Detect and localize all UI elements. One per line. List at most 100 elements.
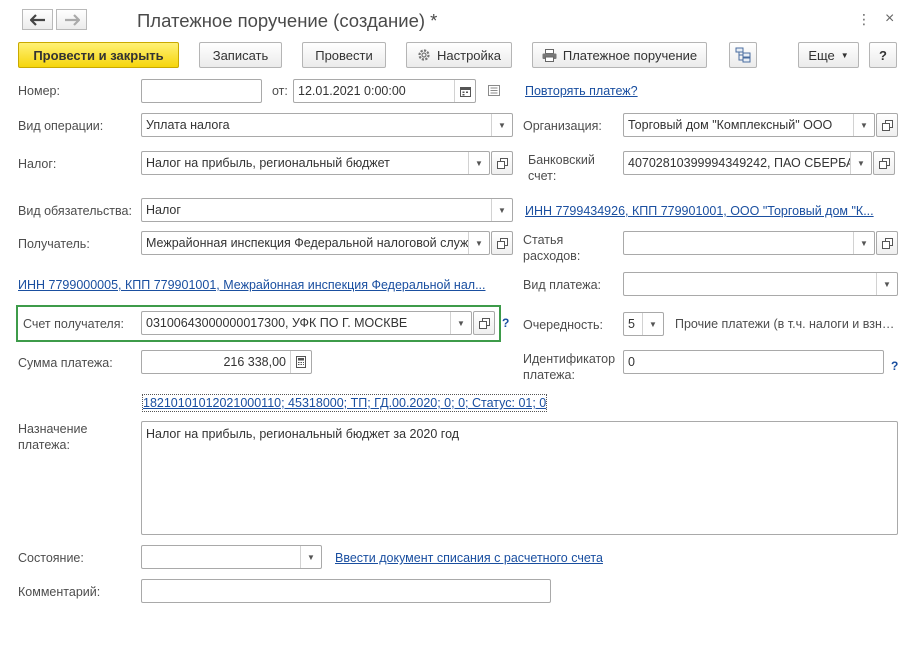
help-button[interactable]: ?: [869, 42, 897, 68]
payment-id-field[interactable]: 0: [623, 350, 884, 374]
recipient-select[interactable]: Межрайонная инспекция Федеральной налого…: [141, 231, 490, 255]
arrow-left-icon: [29, 13, 45, 26]
more-button[interactable]: Еще ▼: [798, 42, 859, 68]
chevron-down-icon[interactable]: ▼: [853, 114, 874, 136]
save-label: Записать: [212, 47, 269, 63]
recipient-label: Получатель:: [18, 237, 90, 251]
payment-type-select[interactable]: ▼: [623, 272, 898, 296]
chevron-down-icon[interactable]: ▼: [468, 232, 489, 254]
chevron-down-icon[interactable]: ▼: [300, 546, 321, 568]
calendar-icon[interactable]: [454, 80, 475, 102]
payment-order-label: Платежное поручение: [562, 47, 698, 63]
organization-label: Организация:: [523, 119, 602, 133]
chevron-down-icon[interactable]: ▼: [491, 114, 512, 136]
tax-select[interactable]: Налог на прибыль, региональный бюджет ▼: [141, 151, 490, 175]
help-question-icon[interactable]: ?: [502, 316, 509, 330]
settings-button[interactable]: Настройка: [406, 42, 512, 68]
window-title: Платежное поручение (создание) *: [137, 10, 438, 31]
bank-account-label-line1: Банковский: [528, 153, 595, 167]
chevron-down-icon[interactable]: ▼: [450, 312, 471, 334]
expense-item-select[interactable]: ▼: [623, 231, 875, 255]
back-button[interactable]: [22, 9, 53, 30]
comment-label: Комментарий:: [18, 585, 101, 599]
payment-id-label-line2: платежа:: [523, 368, 575, 382]
enter-writeoff-document-link[interactable]: Ввести документ списания с расчетного сч…: [335, 550, 603, 566]
operation-type-value: Уплата налога: [146, 118, 230, 132]
purpose-textarea[interactable]: Налог на прибыль, региональный бюджет за…: [141, 421, 898, 535]
amount-value: 216 338,00: [223, 355, 286, 369]
open-recipient-button[interactable]: [491, 231, 513, 255]
operation-type-select[interactable]: Уплата налога ▼: [141, 113, 513, 137]
settings-label: Настройка: [437, 47, 501, 63]
print-payment-order-button[interactable]: Платежное поручение: [532, 42, 707, 68]
budget-details-link[interactable]: 18210101012021000110; 45318000; ТП; ГД.0…: [141, 394, 548, 412]
gear-icon: [418, 49, 430, 61]
chevron-down-icon: ▼: [840, 50, 849, 60]
payment-type-value: [624, 273, 876, 295]
amount-field[interactable]: 216 338,00: [141, 350, 312, 374]
more-label: Еще: [808, 47, 835, 63]
printer-icon: [542, 48, 557, 62]
number-label: Номер:: [18, 84, 60, 98]
open-bank-account-button[interactable]: [873, 151, 895, 175]
save-button[interactable]: Записать: [199, 42, 282, 68]
open-window-icon: [496, 157, 508, 169]
help-question-icon[interactable]: ?: [891, 359, 898, 373]
repeat-payment-link[interactable]: Повторять платеж?: [525, 83, 638, 99]
tax-value: Налог на прибыль, региональный бюджет: [146, 156, 390, 170]
amount-label: Сумма платежа:: [18, 356, 113, 370]
priority-label: Очередность:: [523, 318, 603, 332]
more-actions-icon[interactable]: ⋮: [857, 11, 871, 28]
help-label: ?: [879, 47, 887, 63]
open-recipient-account-button[interactable]: [473, 311, 495, 335]
number-field[interactable]: [141, 79, 262, 103]
recipient-value: Межрайонная инспекция Федеральной налого…: [146, 236, 468, 250]
date-field[interactable]: 12.01.2021 0:00:00: [293, 79, 476, 103]
chevron-down-icon[interactable]: ▼: [853, 232, 874, 254]
tax-label: Налог:: [18, 157, 57, 171]
recipient-account-select[interactable]: 03100643000000017300, УФК ПО Г. МОСКВЕ ▼: [141, 311, 472, 335]
open-tax-button[interactable]: [491, 151, 513, 175]
number-value: [142, 80, 261, 102]
open-expense-item-button[interactable]: [876, 231, 898, 255]
organization-select[interactable]: Торговый дом "Комплексный" ООО ▼: [623, 113, 875, 137]
post-button[interactable]: Провести: [302, 42, 386, 68]
arrow-right-icon: [64, 13, 80, 26]
priority-select[interactable]: 5 ▼: [623, 312, 664, 336]
chevron-down-icon[interactable]: ▼: [642, 313, 663, 335]
purpose-value: Налог на прибыль, региональный бюджет за…: [146, 427, 460, 441]
comment-field[interactable]: [141, 579, 551, 603]
comment-value: [142, 580, 550, 602]
state-select[interactable]: ▼: [141, 545, 322, 569]
obligation-type-label: Вид обязательства:: [18, 204, 132, 218]
post-and-close-button[interactable]: Провести и закрыть: [18, 42, 179, 68]
purpose-label-line2: платежа:: [18, 438, 70, 452]
open-organization-button[interactable]: [876, 113, 898, 137]
recipient-inn-link[interactable]: ИНН 7799000005, КПП 779901001, Межрайонн…: [18, 277, 486, 293]
payment-type-label: Вид платежа:: [523, 278, 602, 292]
recipient-account-value: 03100643000000017300, УФК ПО Г. МОСКВЕ: [146, 316, 408, 330]
forward-button[interactable]: [56, 9, 87, 30]
obligation-type-select[interactable]: Налог ▼: [141, 198, 513, 222]
open-window-icon: [881, 237, 893, 249]
calculator-icon[interactable]: [290, 351, 311, 373]
bank-account-select[interactable]: 40702810399994349242, ПАО СБЕРБАНК ▼: [623, 151, 872, 175]
open-window-icon: [881, 119, 893, 131]
chevron-down-icon[interactable]: ▼: [876, 273, 897, 295]
chevron-down-icon[interactable]: ▼: [468, 152, 489, 174]
chevron-down-icon[interactable]: ▼: [491, 199, 512, 221]
organization-inn-link[interactable]: ИНН 7799434926, КПП 779901001, ООО "Торг…: [525, 203, 874, 219]
structure-button[interactable]: [729, 42, 757, 68]
obligation-type-value: Налог: [146, 203, 181, 217]
chevron-down-icon[interactable]: ▼: [850, 152, 871, 174]
operation-type-label: Вид операции:: [18, 119, 104, 133]
document-list-icon[interactable]: [488, 85, 500, 99]
post-and-close-label: Провести и закрыть: [33, 47, 164, 63]
state-label: Состояние:: [18, 551, 84, 565]
hierarchy-icon: [735, 47, 751, 63]
payment-id-label-line1: Идентификатор: [523, 352, 616, 366]
close-icon[interactable]: ×: [885, 10, 894, 28]
open-window-icon: [878, 157, 890, 169]
payment-id-value: 0: [628, 355, 635, 369]
open-window-icon: [496, 237, 508, 249]
